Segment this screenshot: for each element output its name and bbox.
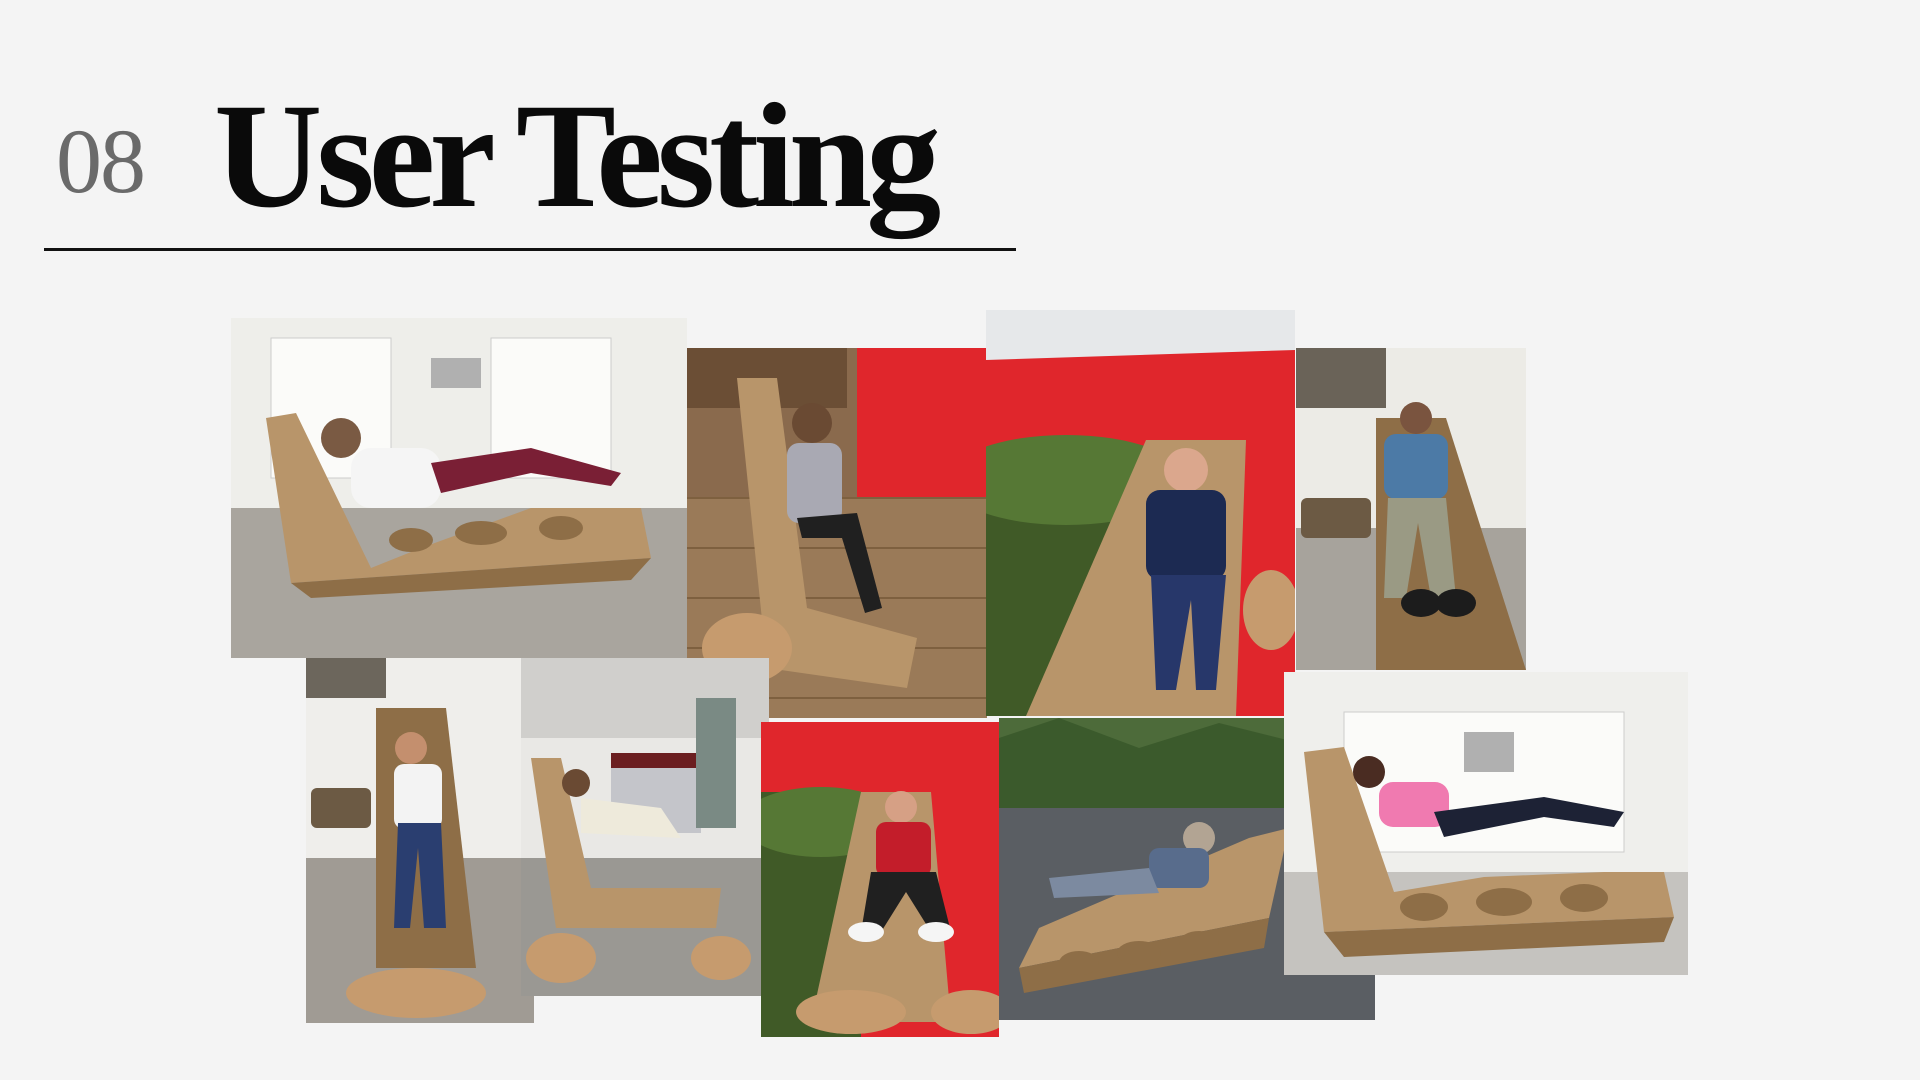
user-testing-photo-7 — [761, 722, 999, 1037]
user-testing-photo-9 — [1284, 672, 1688, 975]
user-testing-photo-5 — [306, 658, 534, 1023]
title-underline — [44, 248, 1016, 251]
page-title: User Testing — [214, 73, 941, 239]
user-testing-photo-1 — [231, 318, 687, 658]
user-testing-photo-4 — [1296, 348, 1526, 670]
user-testing-photo-3 — [986, 310, 1295, 716]
section-number: 08 — [56, 110, 146, 212]
user-testing-photo-6 — [521, 658, 769, 996]
